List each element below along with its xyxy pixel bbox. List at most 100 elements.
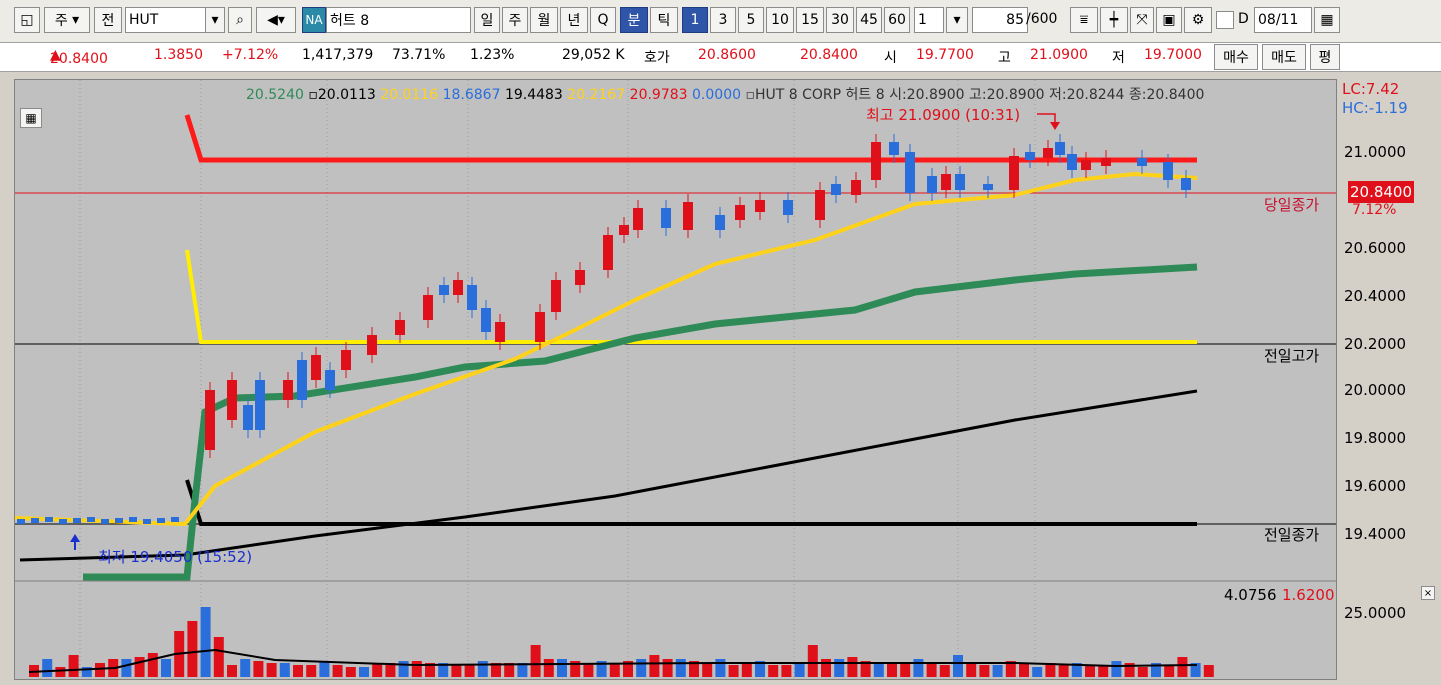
candle-body	[755, 200, 765, 212]
period-month-button[interactable]: 월	[530, 7, 558, 33]
price-tick: 19.8000	[1344, 429, 1407, 447]
stock-name-field: 허트 8	[326, 7, 471, 33]
prev-high-label: 전일고가	[1264, 347, 1320, 365]
minute-30-button[interactable]: 30	[826, 7, 854, 33]
prev-close-label: 전일종가	[1264, 526, 1320, 544]
lc-label: LC:7.42	[1342, 80, 1400, 98]
symbol-dropdown-icon[interactable]: ▾	[205, 7, 225, 33]
speaker-icon[interactable]: ◀▾	[256, 7, 296, 33]
legend-v5: 19.4483	[504, 87, 563, 103]
count-input[interactable]: 85	[972, 7, 1028, 33]
crosshair-icon[interactable]: ⤧	[1130, 7, 1154, 33]
period-year-button[interactable]: 년	[560, 7, 588, 33]
gear-icon[interactable]: ⚙	[1184, 7, 1212, 33]
volume-bar	[451, 665, 462, 677]
period-tick-button[interactable]: 틱	[650, 7, 678, 33]
volume-bar	[979, 665, 990, 677]
volume-bar	[939, 665, 950, 677]
date-check-label: D	[1238, 11, 1249, 27]
date-checkbox[interactable]	[1216, 11, 1234, 29]
minute-3-button[interactable]: 3	[710, 7, 736, 33]
candle-body	[495, 322, 505, 342]
compare-icon[interactable]: ⩸	[1070, 7, 1098, 33]
volume-bar	[966, 663, 977, 677]
candle-body	[481, 308, 491, 332]
price-tick: 20.6000	[1344, 239, 1407, 257]
quote-change: 1.3850	[154, 47, 203, 63]
volume-bar	[873, 663, 884, 677]
candle-body	[735, 205, 745, 220]
volume-bar	[530, 645, 541, 677]
candle-body	[101, 519, 109, 524]
period-select[interactable]: 주 ▾	[44, 7, 90, 33]
quote-low: 19.7000	[1144, 47, 1202, 63]
sell-button[interactable]: 매도	[1262, 44, 1306, 70]
volume-bar	[332, 665, 343, 677]
period-day-button[interactable]: 일	[474, 7, 500, 33]
buy-button[interactable]: 매수	[1214, 44, 1258, 70]
minute-45-button[interactable]: 45	[856, 7, 882, 33]
volume-bar	[807, 645, 818, 677]
toolbar: ◱ 주 ▾ 전 HUT ▾ ⌕ ◀▾ NA 허트 8 일 주 월 년 Q 분 틱…	[0, 0, 1441, 43]
volume-bar	[1058, 665, 1069, 677]
search-icon[interactable]: ⌕	[228, 7, 252, 33]
close-panel-icon[interactable]: ×	[1421, 586, 1435, 600]
volume-bar	[1019, 663, 1029, 677]
prev-button[interactable]: 전	[94, 7, 122, 33]
date-input[interactable]: 08/11	[1254, 7, 1312, 33]
candle-body	[619, 225, 629, 235]
volume-bar	[134, 657, 145, 677]
candle-body	[983, 184, 993, 190]
minute-60-button[interactable]: 60	[884, 7, 910, 33]
minute-10-button[interactable]: 10	[766, 7, 794, 33]
quote-amount: 29,052 K	[562, 47, 625, 63]
candle-body	[439, 285, 449, 295]
candle-icon[interactable]: ┿	[1100, 7, 1128, 33]
save-icon[interactable]: ▣	[1156, 7, 1182, 33]
volume-bar	[68, 655, 79, 677]
candle-body	[143, 519, 151, 524]
volume-bar	[847, 657, 858, 677]
candle-body	[73, 518, 81, 523]
eval-button[interactable]: 평	[1310, 44, 1340, 70]
candle-body	[815, 190, 825, 220]
volume-bar	[293, 665, 303, 677]
candle-body	[395, 320, 405, 335]
volume-bar	[1177, 657, 1188, 677]
legend-v6: 20.2167	[567, 87, 626, 103]
high-annotation: 최고 21.0900 (10:31)	[866, 106, 1021, 124]
grid-toggle-icon[interactable]: ▦	[20, 108, 42, 128]
volume-bar	[821, 659, 831, 677]
na-badge: NA	[302, 7, 326, 33]
interval-dropdown-icon[interactable]: ▾	[946, 7, 968, 33]
candle-body	[603, 235, 613, 270]
period-minute-button[interactable]: 분	[620, 7, 648, 33]
candle-body	[683, 202, 693, 230]
period-quarter-button[interactable]: Q	[590, 7, 616, 33]
window-icon[interactable]: ◱	[14, 7, 40, 33]
period-week-button[interactable]: 주	[502, 7, 528, 33]
legend-v4: 18.6867	[442, 87, 501, 103]
volume-bar	[953, 655, 963, 677]
minute-1-button[interactable]: 1	[682, 7, 708, 33]
volume-bar	[161, 659, 171, 677]
volume-bar	[741, 663, 752, 677]
volume-bar	[675, 659, 686, 677]
volume-bar	[715, 659, 726, 677]
quote-open: 19.7700	[916, 47, 974, 63]
candle-body	[205, 390, 215, 450]
chart-canvas	[15, 80, 1336, 679]
chart-area[interactable]	[14, 79, 1337, 680]
volume-bar	[1111, 661, 1122, 677]
minute-15-button[interactable]: 15	[796, 7, 824, 33]
quote-vol-ratio: 73.71%	[392, 47, 446, 63]
interval-input[interactable]: 1	[914, 7, 944, 33]
volume-bar	[187, 621, 198, 677]
candle-body	[31, 518, 39, 523]
hc-label: HC:-1.19	[1342, 99, 1408, 117]
minute-5-button[interactable]: 5	[738, 7, 764, 33]
calendar-icon[interactable]: ▦	[1314, 7, 1340, 33]
volume-bar	[926, 663, 937, 677]
volume-bar	[319, 661, 330, 677]
volume-bar	[345, 667, 356, 677]
